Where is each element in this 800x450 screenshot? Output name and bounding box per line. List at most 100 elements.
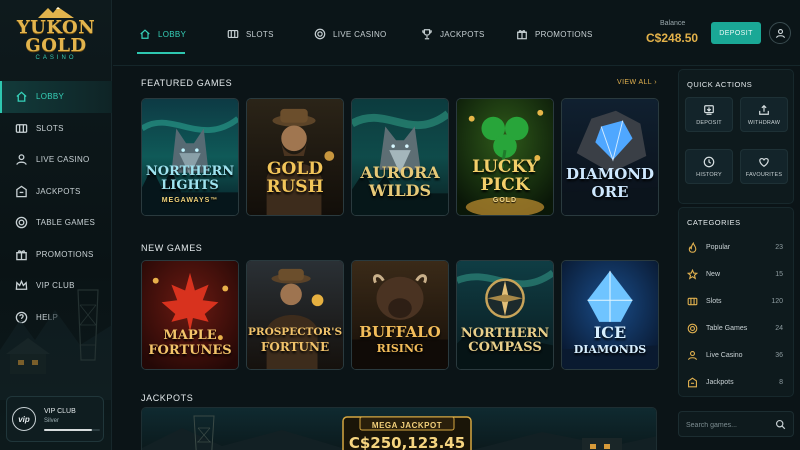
withdraw-icon (759, 104, 769, 115)
game-title-line1: LUCKY (472, 157, 538, 177)
top-bar: LOBBY SLOTS LIVE CASINO JACKPOTS PROMOTI… (113, 0, 800, 66)
game-title-line1: PROSPECTOR'S (247, 326, 343, 338)
category-live-casino[interactable]: Live Casino 36 (687, 347, 787, 363)
mega-jackpot-value: C$250,123.45 (348, 434, 466, 450)
sidebar-item-live-casino[interactable]: LIVE CASINO (0, 144, 112, 176)
home-icon (14, 90, 28, 104)
jackpot-plaque: MEGA JACKPOT C$250,123.45 (342, 416, 472, 450)
game-title-line1: DIAMOND (565, 165, 655, 183)
game-card-gold-rush[interactable]: GOLD RUSH (246, 98, 344, 216)
category-label: New (706, 270, 721, 278)
category-count: 23 (775, 243, 783, 251)
user-icon (775, 28, 785, 38)
game-title-line1: BUFFALO (359, 323, 441, 341)
tab-live-casino[interactable]: LIVE CASINO (314, 24, 387, 44)
game-card-diamond-ore[interactable]: DIAMOND ORE (561, 98, 659, 216)
category-slots[interactable]: Slots 120 (687, 293, 787, 309)
user-icon (688, 350, 697, 360)
brand-logo[interactable]: YUKON GOLD CASINO (0, 4, 112, 66)
vip-progress-fill (44, 429, 92, 431)
category-new[interactable]: New 15 (687, 266, 787, 282)
quick-history-button[interactable]: HISTORY (685, 149, 733, 184)
search-box (678, 411, 794, 437)
category-popular[interactable]: Popular 23 (687, 239, 787, 255)
user-profile-button[interactable] (769, 22, 791, 44)
game-title-line1: GOLD (266, 159, 324, 179)
deposit-icon (704, 104, 714, 115)
sidebar-item-slots[interactable]: SLOTS (0, 113, 112, 145)
category-table-games[interactable]: Table Games 24 (687, 320, 787, 336)
sidebar-item-label: LIVE CASINO (36, 155, 90, 165)
view-all-link[interactable]: VIEW ALL › (617, 79, 657, 86)
tab-promotions[interactable]: PROMOTIONS (516, 24, 593, 44)
categories-title: CATEGORIES (687, 218, 741, 227)
slots-icon (14, 121, 28, 135)
game-title-line2: RISING (376, 342, 424, 355)
game-card-northern-compass[interactable]: NORTHERN COMPASS (456, 260, 554, 370)
slots-icon (227, 29, 239, 39)
tab-jackpots[interactable]: JACKPOTS (421, 24, 485, 44)
game-title-line1: MAPLE (163, 328, 217, 343)
quick-actions-title: QUICK ACTIONS (687, 80, 753, 89)
search-icon[interactable] (775, 419, 786, 430)
tab-label: JACKPOTS (440, 29, 485, 39)
gift-icon (517, 30, 527, 40)
game-title-line1: NORTHERN (145, 164, 235, 179)
main-content: FEATURED GAMES VIEW ALL › NORTHERN LIGHT… (113, 67, 668, 450)
category-count: 8 (779, 378, 783, 386)
home-icon (140, 29, 150, 39)
game-title-line2: RUSH (266, 177, 324, 197)
new-games-title: NEW GAMES (141, 243, 203, 253)
category-label: Popular (706, 243, 731, 251)
category-label: Slots (706, 297, 722, 305)
quick-deposit-button[interactable]: DEPOSIT (685, 97, 733, 132)
game-card-lucky-pick[interactable]: LUCKY PICK GOLD (456, 98, 554, 216)
game-card-maple-fortunes[interactable]: MAPLE FORTUNES (141, 260, 239, 370)
quick-action-label: DEPOSIT (696, 119, 722, 126)
deposit-button[interactable]: DEPOSIT (711, 22, 761, 44)
sidebar-mine-scene (0, 289, 112, 400)
game-card-prospectors-fortune[interactable]: PROSPECTOR'S FORTUNE (246, 260, 344, 370)
category-label: Live Casino (706, 351, 743, 359)
vip-club-card[interactable]: vip VIP CLUB Silver (6, 396, 104, 442)
game-card-northern-lights[interactable]: NORTHERN LIGHTS MEGAWAYS™ (141, 98, 239, 216)
gift-icon (14, 247, 28, 261)
search-input[interactable] (686, 418, 766, 432)
sidebar-item-table-games[interactable]: TABLE GAMES (0, 207, 112, 239)
view-all-label: VIEW ALL (617, 79, 652, 86)
game-card-buffalo-rising[interactable]: BUFFALO RISING (351, 260, 449, 370)
tab-lobby[interactable]: LOBBY (139, 24, 186, 44)
mega-jackpot-banner[interactable]: MEGA JACKPOT C$250,123.45 (141, 407, 657, 450)
jackpots-title: JACKPOTS (141, 393, 194, 403)
quick-withdraw-button[interactable]: WITHDRAW (740, 97, 788, 132)
quick-action-label: WITHDRAW (747, 119, 781, 126)
quick-favourites-button[interactable]: FAVOURITES (740, 149, 788, 184)
sidebar-item-jackpots[interactable]: JACKPOTS (0, 176, 112, 208)
jackpot-icon (14, 184, 28, 198)
balance-label: Balance (660, 20, 686, 27)
chip-icon (14, 216, 28, 230)
brand-line2: GOLD (25, 35, 87, 56)
tab-slots[interactable]: SLOTS (227, 24, 274, 44)
sidebar-item-lobby[interactable]: LOBBY (0, 81, 112, 113)
flame-icon (688, 241, 697, 253)
mega-jackpot-label: MEGA JACKPOT (371, 421, 443, 430)
category-jackpots[interactable]: Jackpots 8 (687, 374, 787, 390)
category-label: Table Games (706, 324, 748, 332)
game-card-ice-diamonds[interactable]: ICE DIAMONDS (561, 260, 659, 370)
quick-action-label: HISTORY (696, 171, 722, 178)
vip-progress-bar (44, 429, 100, 431)
quick-action-label: FAVOURITES (745, 171, 783, 178)
sidebar-item-promotions[interactable]: PROMOTIONS (0, 239, 112, 271)
game-card-aurora-wilds[interactable]: AURORA WILDS (351, 98, 449, 216)
slots-icon (687, 297, 698, 305)
vip-title: VIP CLUB (44, 408, 76, 415)
game-title-line2: FORTUNES (148, 343, 232, 358)
category-count: 120 (771, 297, 783, 305)
tab-label: LIVE CASINO (333, 29, 387, 39)
game-title-line2: DIAMONDS (573, 343, 647, 356)
sidebar-item-label: LOBBY (36, 92, 65, 102)
game-title-line2: PICK (480, 175, 530, 195)
game-title-line2: COMPASS (468, 340, 542, 355)
category-count: 15 (775, 270, 783, 278)
